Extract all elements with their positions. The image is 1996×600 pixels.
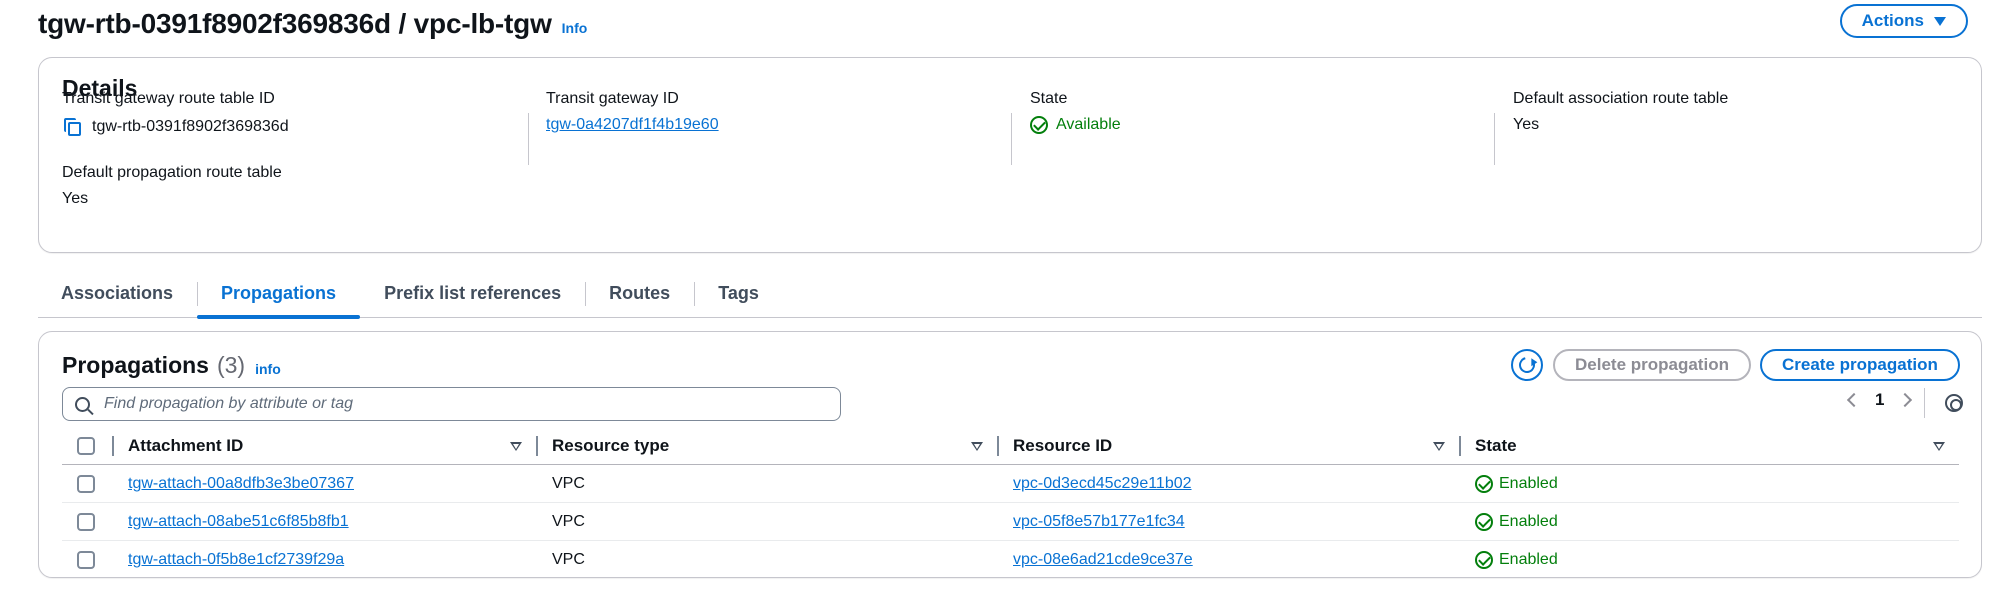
detail-default-propagation: Default propagation route table Yes <box>62 164 282 208</box>
table-row: tgw-attach-08abe51c6f85b8fb1 VPC vpc-05f… <box>62 502 1959 541</box>
select-all-cell <box>62 428 112 465</box>
create-propagation-button[interactable]: Create propagation <box>1760 349 1960 381</box>
column-separator <box>112 436 114 456</box>
page-title: tgw-rtb-0391f8902f369836d / vpc-lb-tgw <box>38 8 552 39</box>
transit-gateway-link[interactable]: tgw-0a4207df1f4b19e60 <box>546 116 719 134</box>
pagination: 1 <box>1846 390 1913 410</box>
column-label: Resource ID <box>1013 436 1113 455</box>
tab-associations[interactable]: Associations <box>38 270 197 317</box>
resource-id-link[interactable]: vpc-05f8e57b177e1fc34 <box>1013 513 1185 530</box>
detail-value: tgw-rtb-0391f8902f369836d <box>92 118 289 135</box>
check-circle-icon <box>1475 474 1493 493</box>
sort-icon[interactable] <box>1933 441 1945 451</box>
tab-propagations[interactable]: Propagations <box>197 270 361 319</box>
row-select-cell <box>62 541 112 579</box>
row-checkbox[interactable] <box>77 550 95 569</box>
resource-type-cell: VPC <box>552 550 585 568</box>
column-divider <box>1011 113 1012 165</box>
row-checkbox[interactable] <box>77 474 95 493</box>
search-icon <box>75 396 90 412</box>
detail-label: Default propagation route table <box>62 164 282 181</box>
attachment-id-link[interactable]: tgw-attach-0f5b8e1cf2739f29a <box>128 551 344 568</box>
detail-value: Yes <box>62 190 89 207</box>
check-circle-icon <box>1475 550 1493 569</box>
detail-label: State <box>1030 90 1068 107</box>
row-checkbox[interactable] <box>77 512 95 531</box>
page-number[interactable]: 1 <box>1875 390 1884 410</box>
propagations-panel: Propagations (3) info Delete propagation… <box>38 331 1982 578</box>
column-header-resource-type[interactable]: Resource type <box>536 428 997 465</box>
detail-label: Transit gateway ID <box>546 90 679 107</box>
tab-prefix-list-references[interactable]: Prefix list references <box>360 270 585 317</box>
pagination-divider <box>1924 388 1925 418</box>
column-separator <box>536 436 538 456</box>
search-input[interactable] <box>104 395 824 413</box>
search-field[interactable] <box>62 387 841 421</box>
state-value: Available <box>1056 116 1121 133</box>
table-row: tgw-attach-0f5b8e1cf2739f29a VPC vpc-08e… <box>62 541 1959 579</box>
gear-icon[interactable] <box>1945 394 1963 412</box>
column-header-attachment-id[interactable]: Attachment ID <box>112 428 536 465</box>
propagations-count: (3) <box>216 352 246 378</box>
column-header-state[interactable]: State <box>1459 428 1959 465</box>
actions-label: Actions <box>1861 11 1924 30</box>
detail-transit-gateway-id: Transit gateway ID tgw-0a4207df1f4b19e60 <box>546 90 719 134</box>
column-divider <box>528 113 529 165</box>
copy-icon[interactable] <box>62 116 84 138</box>
detail-state: State Available <box>1030 90 1121 134</box>
column-separator <box>997 436 999 456</box>
column-separator <box>1459 436 1461 456</box>
info-link[interactable]: Info <box>562 20 588 36</box>
attachment-id-link[interactable]: tgw-attach-00a8dfb3e3be07367 <box>128 475 354 492</box>
detail-label: Default association route table <box>1513 90 1729 107</box>
table-header-row: Attachment ID Resource type Resource ID … <box>62 428 1959 465</box>
propagations-header: Propagations (3) info <box>62 352 281 379</box>
caret-down-icon <box>1934 16 1946 26</box>
attachment-id-link[interactable]: tgw-attach-08abe51c6f85b8fb1 <box>128 513 349 530</box>
resource-id-link[interactable]: vpc-0d3ecd45c29e11b02 <box>1013 475 1192 492</box>
table-row: tgw-attach-00a8dfb3e3be07367 VPC vpc-0d3… <box>62 464 1959 503</box>
details-panel: Details Transit gateway route table ID t… <box>38 57 1982 253</box>
select-all-checkbox[interactable] <box>77 437 95 455</box>
actions-button[interactable]: Actions <box>1839 4 1968 38</box>
resource-type-cell: VPC <box>536 502 997 541</box>
chevron-left-icon[interactable] <box>1846 392 1862 408</box>
refresh-button[interactable] <box>1511 349 1543 381</box>
detail-default-association: Default association route table Yes <box>1513 90 1728 134</box>
row-select-cell <box>62 464 112 503</box>
detail-label: Transit gateway route table ID <box>62 90 275 107</box>
column-label: Attachment ID <box>128 436 244 455</box>
resource-id-link[interactable]: vpc-08e6ad21cde9ce37e <box>1013 551 1193 568</box>
state-value: Enabled <box>1499 550 1558 568</box>
sort-icon[interactable] <box>971 441 983 451</box>
state-value: Enabled <box>1499 474 1558 492</box>
propagations-info-link[interactable]: info <box>255 361 281 377</box>
column-label: Resource type <box>552 436 670 455</box>
page-header: tgw-rtb-0391f8902f369836d / vpc-lb-tgw I… <box>38 4 1982 44</box>
column-header-resource-id[interactable]: Resource ID <box>997 428 1459 465</box>
resource-type-cell: VPC <box>536 464 997 503</box>
detail-route-table-id: Transit gateway route table ID tgw-rtb-0… <box>62 90 289 138</box>
sort-icon[interactable] <box>1433 441 1445 451</box>
chevron-right-icon[interactable] <box>1898 392 1913 408</box>
column-divider <box>1494 113 1495 165</box>
tab-routes[interactable]: Routes <box>585 270 694 317</box>
tab-tags[interactable]: Tags <box>694 270 783 317</box>
tab-bar: Associations Propagations Prefix list re… <box>38 270 1982 319</box>
refresh-icon <box>1516 354 1538 376</box>
check-circle-icon <box>1475 512 1493 531</box>
column-label: State <box>1475 436 1517 455</box>
sort-icon[interactable] <box>510 441 522 451</box>
propagations-table: Attachment ID Resource type Resource ID … <box>62 428 1959 578</box>
detail-value: Yes <box>1513 116 1540 133</box>
check-circle-icon <box>1030 116 1048 134</box>
state-value: Enabled <box>1499 512 1558 530</box>
delete-propagation-button[interactable]: Delete propagation <box>1553 349 1751 381</box>
row-select-cell <box>62 502 112 541</box>
propagations-title: Propagations <box>62 352 209 378</box>
